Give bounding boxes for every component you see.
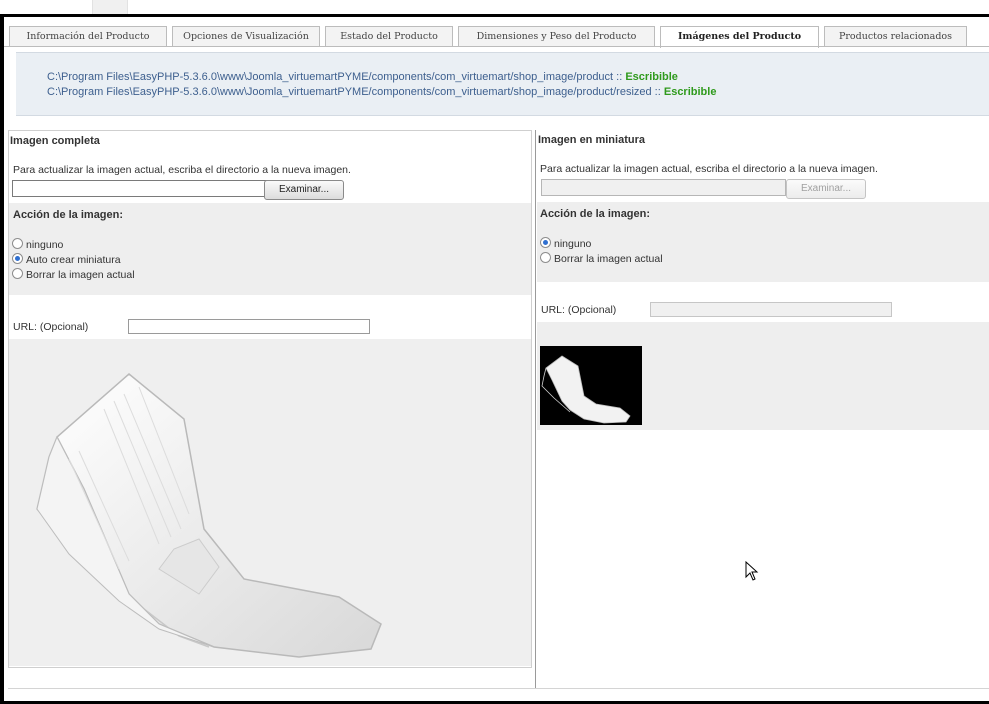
full-url-label: URL: (Opcional) — [13, 321, 89, 333]
tab-productos-relacionados[interactable]: Productos relacionados — [824, 26, 967, 47]
full-product-image — [9, 339, 531, 666]
full-radio-ninguno[interactable]: ninguno — [12, 238, 63, 252]
sock-thumbnail — [541, 355, 631, 424]
window-border-top — [0, 14, 989, 17]
full-image-action-title: Acción de la imagen: — [13, 209, 124, 221]
sock-image — [36, 373, 382, 658]
product-dir-line: C:\Program Files\EasyPHP-5.3.6.0\www\Joo… — [47, 71, 678, 83]
radio-checked-icon[interactable] — [540, 237, 551, 248]
resized-dir-status: Escribible — [663, 86, 717, 98]
thumbnail-panel: Imagen en miniatura Para actualizar la i… — [537, 130, 989, 430]
thumb-url-label: URL: (Opcional) — [541, 304, 617, 316]
full-radio-auto-crear[interactable]: Auto crear miniatura — [12, 253, 121, 267]
tab-imagenes-producto[interactable]: Imágenes del Producto — [660, 26, 819, 48]
tab-dimensiones-peso[interactable]: Dimensiones y Peso del Producto — [458, 26, 655, 47]
product-tabs: Información del Producto Opciones de Vis… — [9, 26, 989, 48]
radio-checked-icon[interactable] — [12, 253, 23, 264]
tab-opciones-visualizacion[interactable]: Opciones de Visualización — [172, 26, 320, 47]
tabs-baseline — [4, 46, 989, 47]
column-divider — [535, 130, 536, 688]
full-image-note: Para actualizar la imagen actual, escrib… — [13, 164, 351, 176]
full-radio-borrar[interactable]: Borrar la imagen actual — [12, 268, 135, 282]
resized-dir-path: C:\Program Files\EasyPHP-5.3.6.0\www\Joo… — [47, 86, 664, 98]
top-strip — [0, 0, 989, 15]
window-border-left — [0, 14, 4, 704]
thumbnail-action-title: Acción de la imagen: — [540, 208, 651, 220]
directory-status-box: C:\Program Files\EasyPHP-5.3.6.0\www\Joo… — [16, 52, 989, 116]
resized-dir-line: C:\Program Files\EasyPHP-5.3.6.0\www\Joo… — [47, 86, 716, 98]
radio-unchecked-icon[interactable] — [540, 252, 551, 263]
thumbnail-file-input[interactable] — [541, 179, 786, 196]
full-image-title: Imagen completa — [10, 135, 100, 147]
tab-estado-producto[interactable]: Estado del Producto — [325, 26, 453, 47]
top-tab-stub — [92, 0, 128, 15]
tab-informacion-producto[interactable]: Información del Producto — [9, 26, 167, 47]
thumb-radio-ninguno-label: ninguno — [554, 238, 592, 250]
thumb-radio-ninguno[interactable]: ninguno — [540, 237, 591, 251]
thumbnail-note: Para actualizar la imagen actual, escrib… — [540, 163, 878, 175]
radio-unchecked-icon[interactable] — [12, 268, 23, 279]
thumbnail-title: Imagen en miniatura — [538, 134, 645, 146]
full-image-file-input[interactable] — [12, 180, 267, 197]
thumb-radio-borrar-label: Borrar la imagen actual — [554, 253, 663, 265]
full-image-panel: Imagen completa Para actualizar la image… — [8, 130, 532, 668]
full-radio-ninguno-label: ninguno — [26, 239, 64, 251]
thumb-url-input[interactable] — [650, 302, 892, 317]
thumbnail-browse-button[interactable]: Examinar... — [786, 179, 866, 199]
footer-separator — [8, 688, 989, 689]
thumbnail-image — [540, 346, 642, 425]
full-image-browse-button[interactable]: Examinar... — [264, 180, 344, 200]
thumb-radio-borrar[interactable]: Borrar la imagen actual — [540, 252, 663, 266]
product-dir-path: C:\Program Files\EasyPHP-5.3.6.0\www\Joo… — [47, 71, 626, 83]
product-dir-status: Escribible — [625, 71, 678, 83]
full-radio-borrar-label: Borrar la imagen actual — [26, 269, 135, 281]
full-radio-auto-crear-label: Auto crear miniatura — [26, 254, 121, 266]
mouse-pointer-icon — [745, 561, 759, 581]
radio-unchecked-icon[interactable] — [12, 238, 23, 249]
full-url-input[interactable] — [128, 319, 370, 334]
